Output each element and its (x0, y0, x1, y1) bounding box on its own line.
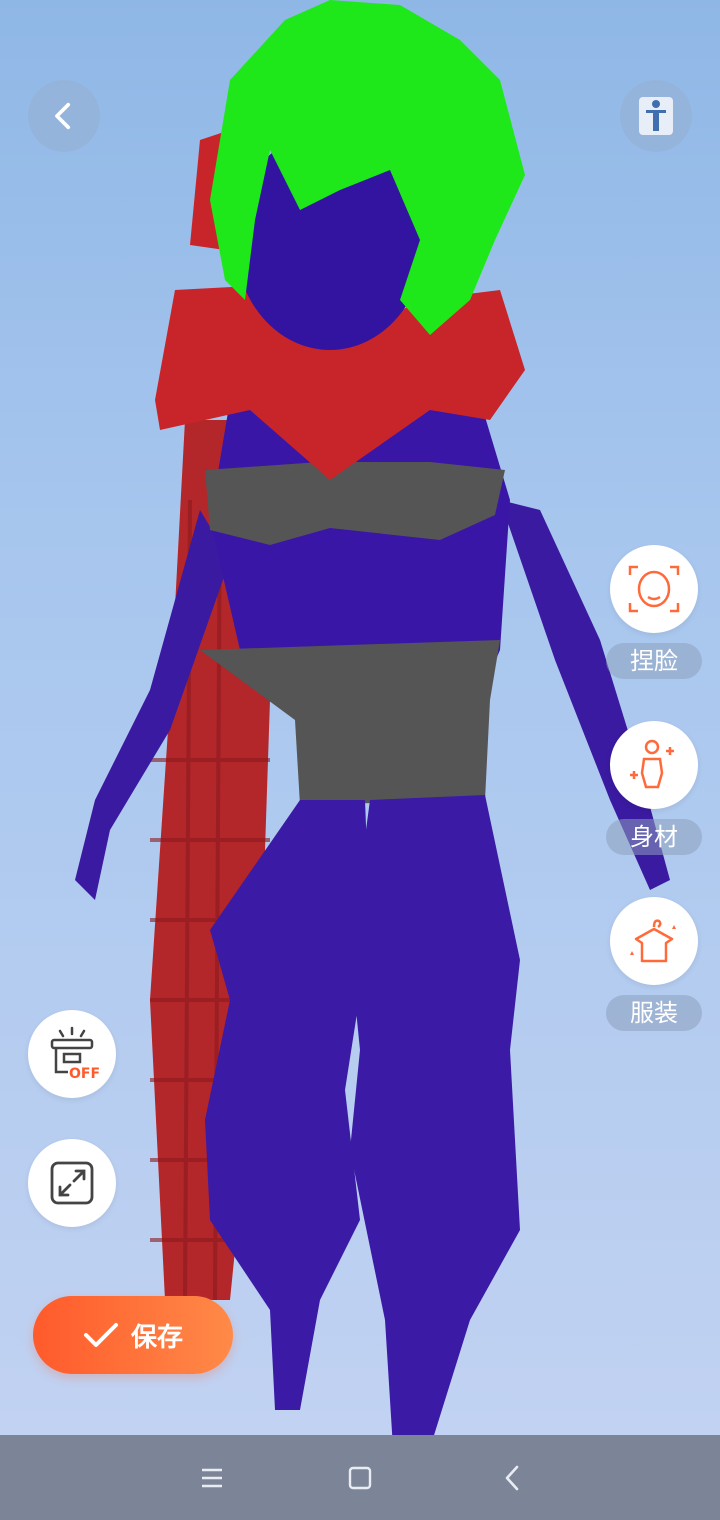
accessibility-button[interactable] (620, 80, 692, 152)
recent-apps-key[interactable] (172, 1435, 252, 1520)
home-icon (348, 1466, 372, 1489)
off-badge: OFF (69, 1066, 100, 1082)
face-edit-label: 捏脸 (606, 643, 702, 679)
back-button[interactable] (28, 80, 100, 152)
save-label: 保存 (130, 1322, 183, 1353)
accessibility-icon (639, 97, 673, 135)
clothing-icon (630, 919, 676, 963)
home-key[interactable] (320, 1435, 400, 1520)
menu-icon (202, 1468, 222, 1487)
body-shape-item[interactable]: 身材 (606, 721, 702, 855)
lamp-toggle-button[interactable]: OFF (28, 1010, 116, 1098)
avatar-scene[interactable] (0, 0, 720, 1435)
face-icon (628, 565, 680, 613)
face-edit-item[interactable]: 捏脸 (606, 545, 702, 679)
checkmark-icon (83, 1323, 118, 1347)
clothing-item[interactable]: 服装 (606, 897, 702, 1031)
save-button[interactable]: 保存 (33, 1296, 233, 1374)
back-key[interactable] (472, 1435, 552, 1520)
expand-icon (50, 1161, 94, 1205)
nav-back-icon (505, 1465, 519, 1490)
lamp-off-icon: OFF (50, 1026, 100, 1082)
fullscreen-button[interactable] (28, 1139, 116, 1227)
body-shape-button[interactable] (610, 721, 698, 809)
system-nav-bar (0, 1435, 720, 1520)
body-shape-label: 身材 (606, 819, 702, 855)
body-icon (630, 739, 674, 789)
clothing-button[interactable] (610, 897, 698, 985)
back-arrow-icon (55, 102, 71, 130)
clothing-label: 服装 (606, 995, 702, 1031)
right-leg (350, 795, 520, 1435)
face-edit-button[interactable] (610, 545, 698, 633)
